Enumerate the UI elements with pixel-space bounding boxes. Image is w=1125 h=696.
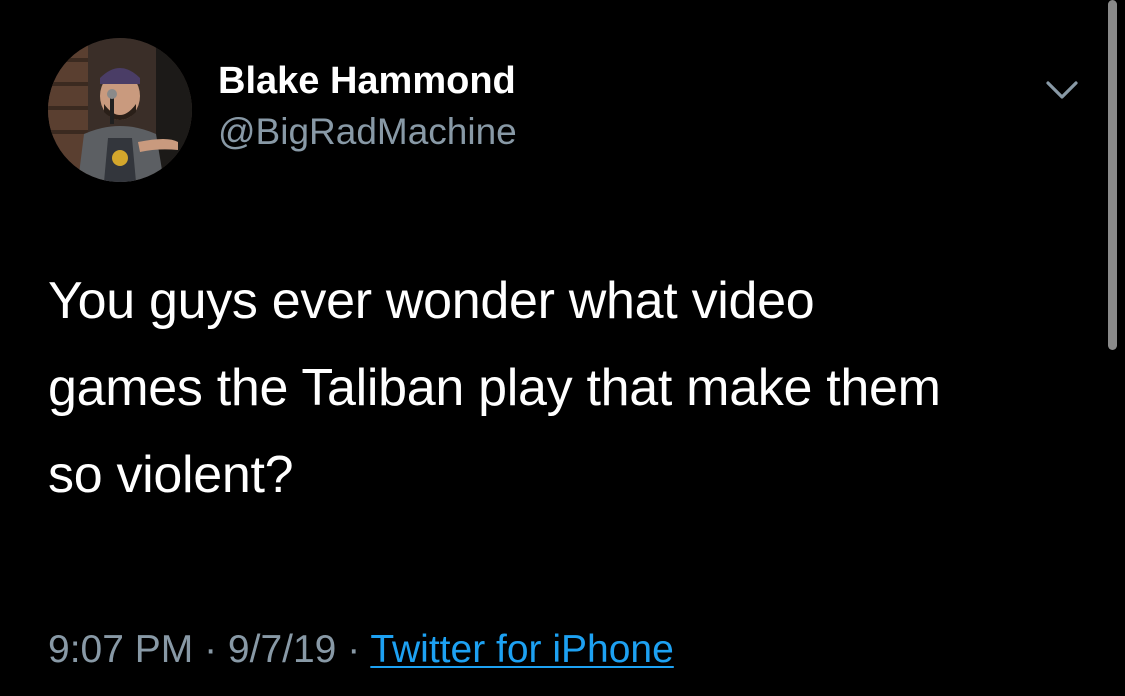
tweet-source-link[interactable]: Twitter for iPhone <box>370 628 673 671</box>
scrollbar[interactable] <box>1108 0 1117 350</box>
chevron-down-icon[interactable] <box>1040 72 1084 108</box>
author-handle[interactable]: @BigRadMachine <box>218 110 517 154</box>
avatar[interactable] <box>48 38 192 182</box>
avatar-photo <box>48 38 192 182</box>
author-display-name[interactable]: Blake Hammond <box>218 58 516 104</box>
tweet-date: 9/7/19 <box>227 628 337 671</box>
tweet-meta: 9:07 PM · 9/7/19 · Twitter for iPhone <box>48 624 674 676</box>
meta-separator: · <box>336 628 371 671</box>
tweet-text: You guys ever wonder what video games th… <box>48 272 941 504</box>
tweet-time: 9:07 PM <box>48 628 194 671</box>
meta-separator: · <box>193 628 228 671</box>
